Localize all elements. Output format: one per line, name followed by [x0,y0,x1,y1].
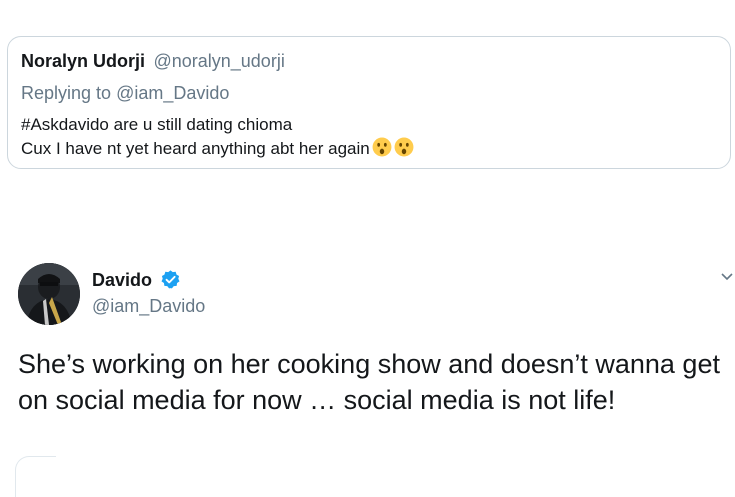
next-card-edge [15,456,56,497]
quoted-tweet-text: #Askdavido are u still dating chioma Cux… [21,113,414,161]
replying-to-line: Replying to @iam_Davido [21,83,229,104]
avatar-image [18,263,80,325]
quoted-tweet-line-2: Cux I have nt yet heard anything abt her… [21,137,414,161]
astonished-face-icon [394,137,414,157]
avatar[interactable] [18,263,80,325]
chevron-down-icon[interactable] [720,270,734,284]
replying-to-label: Replying to [21,83,112,103]
quoted-author-handle[interactable]: @noralyn_udorji [153,51,284,71]
verified-badge-icon [161,270,180,289]
tweet-text: She’s working on her cooking show and do… [18,349,720,415]
main-tweet: Davido @iam_Davido She’s working on her … [0,250,735,472]
quoted-tweet-line-2-text: Cux I have nt yet heard anything abt her… [21,139,370,158]
author-handle[interactable]: @iam_Davido [92,296,205,317]
author-name[interactable]: Davido [92,270,152,291]
quoted-tweet-header: Noralyn Udorji @noralyn_udorji [21,51,285,72]
quoted-tweet-line-1: #Askdavido are u still dating chioma [21,115,293,134]
quoted-tweet-card[interactable]: Noralyn Udorji @noralyn_udorji Replying … [7,36,731,169]
quoted-author-name[interactable]: Noralyn Udorji [21,51,145,71]
replying-to-mention[interactable]: @iam_Davido [116,83,229,103]
astonished-face-icon [372,137,392,157]
